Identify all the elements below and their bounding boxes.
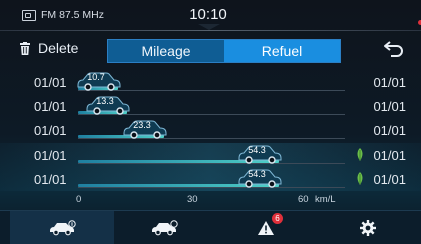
radio-icon [22,9,36,21]
end-date: 01/01 [373,172,406,187]
status-bar: FM 87.5 MHz 10:10 [0,0,421,30]
nav-trip-info[interactable] [10,211,114,244]
car-icon: 23.3 [122,118,168,139]
back-icon[interactable] [383,40,405,58]
delete-button[interactable]: Delete [20,40,78,56]
toolbar: Delete Mileage Refuel [0,36,421,63]
car-icon: 13.3 [85,94,131,115]
end-date: 01/01 [373,75,406,90]
radio-frequency: FM 87.5 MHz [41,9,105,21]
economy-value: 13.3 [96,96,114,106]
axis-tick: 60 [298,194,309,205]
start-date: 01/01 [34,99,67,114]
car-info-icon [50,219,76,235]
nav-warnings[interactable]: 6 [214,211,318,244]
start-date: 01/01 [34,148,67,163]
car-status-icon [152,219,178,235]
row-track [78,138,345,139]
screen: FM 87.5 MHz 10:10 Delete Mileage Refuel [0,0,421,244]
refuel-row[interactable]: 01/01 13.3 01/01 [0,94,421,118]
economy-value: 54.3 [248,145,266,155]
status-divider [0,30,421,31]
economy-value: 54.3 [248,169,266,179]
radio-indicator: FM 87.5 MHz [22,9,104,21]
axis-unit: km/L [315,194,336,205]
delete-label: Delete [38,40,79,56]
axis-tick: 0 [76,194,82,205]
refuel-row[interactable]: 01/01 54.3 01/01 [0,167,421,191]
eco-leaf-icon [357,148,363,161]
end-date: 01/01 [373,123,406,138]
warning-count-badge: 6 [272,213,283,224]
axis-tick: 30 [187,194,198,205]
end-date: 01/01 [373,148,406,163]
bottom-nav: 6 [0,210,421,244]
economy-value: 23.3 [133,120,151,130]
gear-icon [360,219,376,236]
tab-refuel[interactable]: Refuel [224,40,340,62]
start-date: 01/01 [34,75,67,90]
eco-leaf-icon [357,172,363,185]
tab-bar: Mileage Refuel [107,39,341,63]
start-date: 01/01 [34,172,67,187]
row-track [78,163,345,164]
trash-icon [20,41,30,55]
x-axis: 0 30 60 km/L [0,193,421,207]
refuel-row[interactable]: 01/01 23.3 01/01 [0,118,421,142]
clock: 10:10 [189,6,227,23]
row-track [78,187,345,188]
car-icon: 54.3 [237,143,283,164]
nav-settings[interactable] [316,211,420,244]
car-icon: 10.7 [76,70,122,91]
tab-mileage[interactable]: Mileage [108,40,224,62]
end-date: 01/01 [373,99,406,114]
economy-value: 10.7 [87,72,105,82]
nav-vehicle-status[interactable] [112,211,216,244]
refuel-row[interactable]: 01/01 10.7 01/01 [0,70,421,94]
refuel-row[interactable]: 01/01 54.3 01/01 [0,143,421,167]
start-date: 01/01 [34,123,67,138]
car-icon: 54.3 [237,167,283,188]
